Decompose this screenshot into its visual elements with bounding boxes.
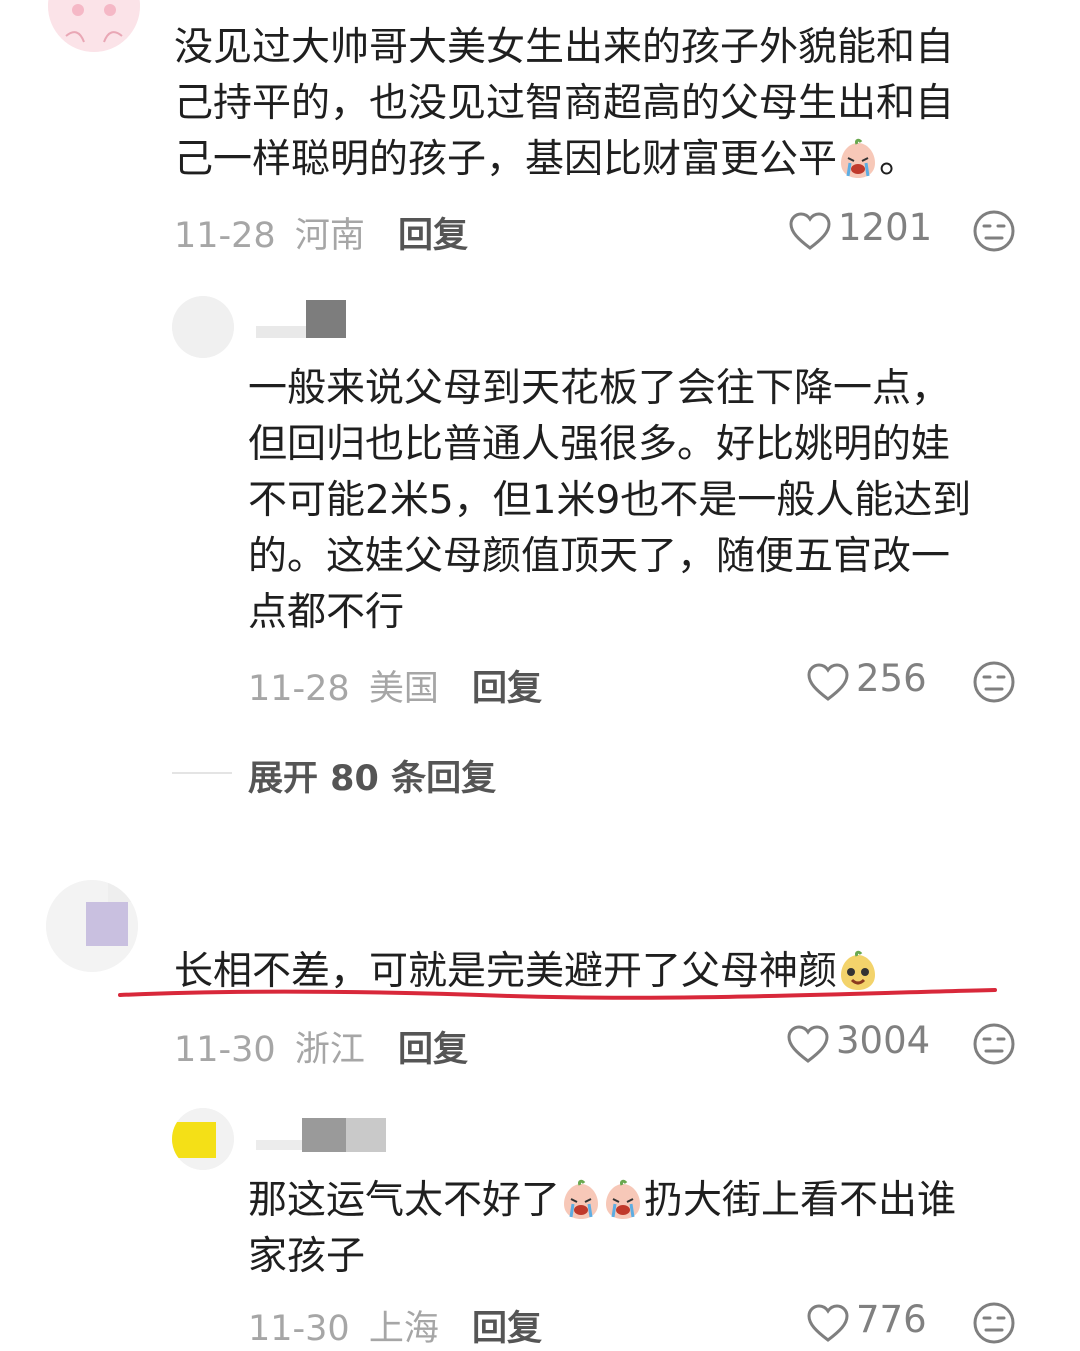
expand-divider <box>172 772 232 774</box>
comment-meta: 11-30 上海 回复 <box>248 1300 542 1351</box>
comment-text: 一般来说父母到天花板了会往下降一点， 但回归也比普通人强很多。好比姚明的娃 不可… <box>248 361 971 641</box>
like-count: 776 <box>856 1298 927 1341</box>
dislike-button[interactable] <box>972 209 1016 253</box>
avatar[interactable] <box>48 0 140 52</box>
comment-line: 己一样聪明的孩子，基因比财富更公平 。 <box>174 132 954 188</box>
comment-date: 11-30 <box>248 1309 350 1349</box>
comment-line-text: 那这运气太不好了 <box>248 1178 561 1223</box>
reply-button[interactable]: 回复 <box>398 1030 468 1070</box>
comment-line: 的。这娃父母颜值顶天了，随便五官改一 <box>248 534 951 579</box>
comment-meta: 11-30 浙江 回复 <box>174 1021 468 1072</box>
comment-line: 没见过大帅哥大美女生出来的孩子外貌能和自 <box>174 25 955 70</box>
avatar[interactable] <box>172 296 234 358</box>
comment-line: 不可能2米5，但1米9也不是一般人能达到 <box>248 478 972 523</box>
dislike-face-icon <box>973 210 1015 252</box>
comment-line: 家孩子 <box>248 1234 366 1279</box>
avatar-image <box>172 1108 234 1170</box>
username-redacted <box>256 1118 396 1152</box>
comment-line-text: 。 <box>879 137 919 182</box>
like-button[interactable] <box>806 662 850 702</box>
comment-date: 11-30 <box>174 1030 276 1070</box>
avatar[interactable] <box>172 1108 234 1170</box>
dislike-face-icon <box>973 1023 1015 1065</box>
comment-line-text: 扔大街上看不出谁 <box>644 1178 957 1223</box>
avatar[interactable] <box>46 880 138 972</box>
reply-button[interactable]: 回复 <box>398 216 468 256</box>
comment-location: 河南 <box>294 216 365 256</box>
dislike-face-icon <box>973 1302 1015 1344</box>
comment-meta: 11-28 河南 回复 <box>174 207 468 258</box>
like-button[interactable] <box>806 1303 850 1343</box>
comment-line: 但回归也比普通人强很多。好比姚明的娃 <box>248 422 951 467</box>
reply-button[interactable]: 回复 <box>472 1309 542 1349</box>
username-redacted <box>256 300 346 338</box>
avatar-image <box>46 880 138 972</box>
heart-icon <box>807 1304 849 1342</box>
avatar-image <box>172 296 234 358</box>
comment-location: 美国 <box>368 669 439 709</box>
comment-date: 11-28 <box>174 216 276 256</box>
dislike-button[interactable] <box>972 1301 1016 1345</box>
crying-peach-emoji <box>564 1179 599 1219</box>
dislike-button[interactable] <box>972 1022 1016 1066</box>
like-count: 3004 <box>836 1019 931 1062</box>
comment-line-text: 己一样聪明的孩子，基因比财富更公平 <box>174 137 838 182</box>
red-underline <box>118 988 997 1000</box>
heart-icon <box>807 663 849 701</box>
comment-line: 一般来说父母到天花板了会往下降一点， <box>248 366 951 411</box>
comment-line: 那这运气太不好了 扔大街上看不出谁 <box>248 1173 956 1229</box>
like-button[interactable] <box>786 1024 830 1064</box>
comment-text: 那这运气太不好了 扔大街上看不出谁 家孩子 <box>248 1173 956 1285</box>
reply-button[interactable]: 回复 <box>472 669 542 709</box>
comment-location: 上海 <box>368 1309 439 1349</box>
like-count: 1201 <box>838 206 933 249</box>
comment-location: 浙江 <box>294 1030 365 1070</box>
comment-meta: 11-28 美国 回复 <box>248 660 542 711</box>
comment-text: 没见过大帅哥大美女生出来的孩子外貌能和自 己持平的，也没见过智商超高的父母生出和… <box>174 20 954 188</box>
avatar-image <box>48 0 140 52</box>
comment-line: 己持平的，也没见过智商超高的父母生出和自 <box>174 81 955 126</box>
dislike-button[interactable] <box>972 660 1016 704</box>
heart-icon <box>789 212 831 250</box>
expand-replies-button[interactable]: 展开 80 条回复 <box>248 750 496 801</box>
crying-peach-emoji <box>606 1179 641 1219</box>
like-button[interactable] <box>788 211 832 251</box>
comment-date: 11-28 <box>248 669 350 709</box>
crying-peach-emoji <box>841 138 876 178</box>
like-count: 256 <box>856 657 927 700</box>
heart-icon <box>787 1025 829 1063</box>
comment-line: 点都不行 <box>248 590 405 635</box>
dislike-face-icon <box>973 661 1015 703</box>
